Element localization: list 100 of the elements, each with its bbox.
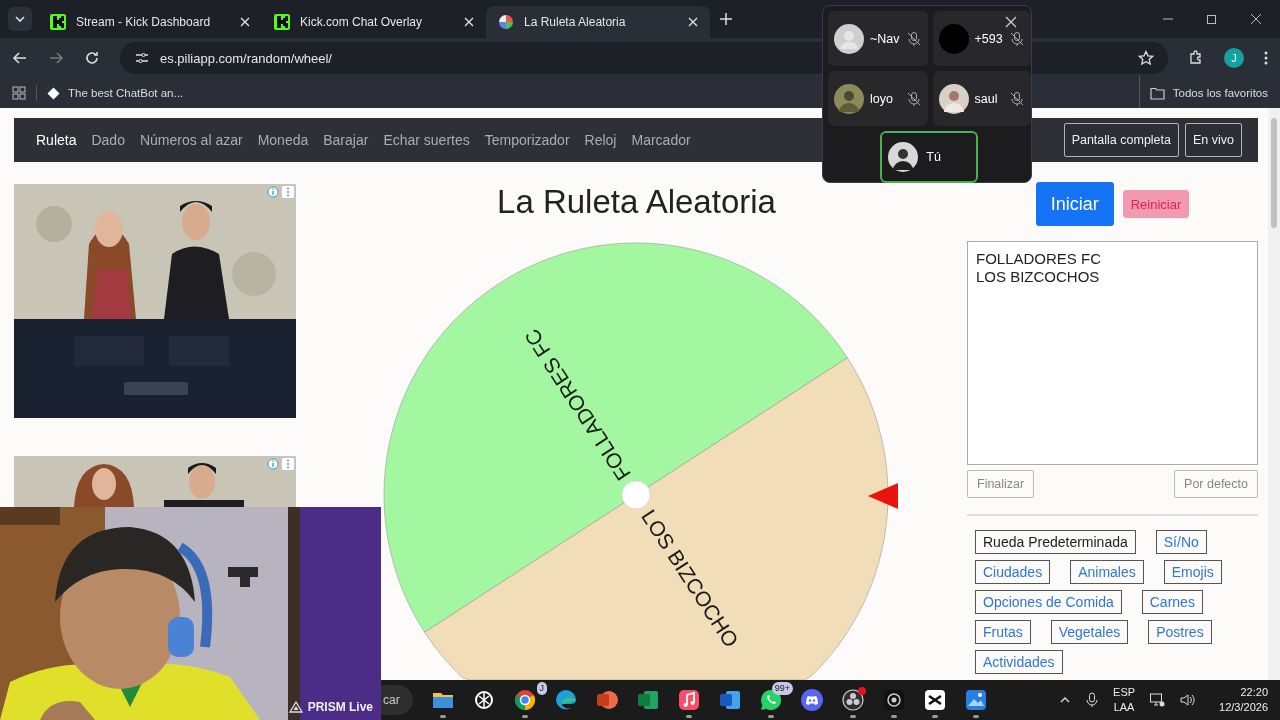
document-icon [718,688,742,712]
ad-menu-icon[interactable] [282,186,294,198]
nav-link[interactable]: Echar suertes [383,132,470,148]
preset-button[interactable]: Ciudades [975,560,1051,584]
preset-button[interactable]: Actividades [975,650,1063,674]
preset-button[interactable]: Frutas [975,620,1031,644]
preset-button[interactable]: Carnes [1141,590,1203,614]
all-bookmarks-button[interactable]: Todos los favoritos [1149,86,1268,100]
self-tile[interactable]: Tú [880,131,979,183]
profile-avatar[interactable]: J [1224,48,1244,68]
nav-link[interactable]: Moneda [257,132,309,148]
camera-icon [882,688,906,712]
running-indicator [932,715,938,718]
image-icon [964,688,988,712]
record-icon [841,688,865,712]
participant-tile[interactable]: saul [932,71,1031,126]
preset-button[interactable]: Animales [1070,560,1144,584]
participant-tile[interactable]: loyo [828,71,928,126]
entry-button[interactable]: Finalizar [967,470,1035,498]
close-icon[interactable] [464,17,474,27]
participant-tile[interactable]: +593 [932,11,1031,66]
tab-list-button[interactable] [8,7,32,31]
volume-icon[interactable] [1179,692,1196,708]
ad-info-icon[interactable] [267,186,279,198]
scrollbar[interactable] [1268,108,1280,680]
diamond-icon [47,86,60,100]
avatar [834,83,864,114]
running-indicator [686,715,692,718]
slides-icon [595,688,619,712]
folder-icon [1149,86,1165,100]
running-indicator [850,715,856,718]
start-button[interactable]: Iniciar [1035,182,1114,226]
app-badge: 99+ [771,682,793,695]
prism-logo-icon [288,701,303,713]
search-field[interactable]: car [381,685,413,715]
menu-icon[interactable] [1264,50,1268,66]
avatar [834,23,864,54]
chevron-icon [14,13,26,25]
entry-button[interactable]: Por defecto [1174,470,1258,498]
nav-link[interactable]: Temporizador [484,132,570,148]
preset-button[interactable]: Sí/No [1155,530,1207,554]
wheel-logo-icon [498,14,514,30]
preset-button[interactable]: Opciones de Comida [975,590,1122,614]
nav-button[interactable]: En vivo [1185,123,1242,157]
participant-tile[interactable]: ~Nav [828,11,928,66]
close-icon[interactable] [688,17,698,27]
app-badge: J [536,682,547,695]
music-note-icon [677,688,701,712]
ring-logo-icon [513,688,537,712]
nav-link[interactable]: Reloj [584,132,617,148]
kick-logo-icon [50,14,66,30]
entries-field[interactable]: FOLLADORES FC LOS BIZCOCHOS [967,241,1258,465]
page-title: La Ruleta Aleatoria [496,182,777,222]
nav-button[interactable]: Pantalla completa [1063,123,1179,157]
wave-logo-icon [554,688,578,712]
running-indicator [973,715,979,718]
site-info-icon[interactable] [134,50,150,66]
reload-icon[interactable] [84,50,100,66]
browser-tab[interactable]: Stream - Kick Dashboard [38,6,262,38]
close-icon[interactable] [240,17,250,27]
nav-link[interactable]: Dado [91,132,125,148]
nav-link[interactable]: Ruleta [36,132,77,148]
preset-button[interactable]: Rueda Predeterminada [975,530,1136,554]
forward-icon[interactable] [48,50,64,66]
bookmark-link[interactable]: The best ChatBot an... [47,86,184,100]
apps-grid-icon[interactable] [12,86,26,100]
star-icon[interactable] [1138,50,1154,66]
avatar [938,23,969,54]
extensions-icon[interactable] [1188,50,1204,66]
close-icon[interactable] [1005,16,1017,28]
network-icon[interactable] [1149,692,1166,708]
pointer-marker [868,483,898,509]
avatar [888,142,919,172]
clock[interactable]: 22:20 12/3/2026 [1219,685,1268,715]
close-icon[interactable] [1250,13,1262,25]
avatar [938,83,969,114]
maximize-icon[interactable] [1206,13,1218,25]
gamepad-icon [800,688,824,712]
language-indicator[interactable]: ESP LAA [1113,685,1136,715]
back-icon[interactable] [12,50,28,66]
running-indicator [768,715,774,718]
preset-button[interactable]: Postres [1148,620,1212,644]
nav-link[interactable]: Barajar [323,132,369,148]
nav-link[interactable]: Marcador [631,132,691,148]
running-indicator [440,715,446,718]
preset-button[interactable]: Emojis [1163,560,1222,584]
webcam-label: PRISM Live [307,700,373,714]
microphone-icon[interactable] [1085,692,1100,708]
new-tab-icon[interactable] [720,13,732,25]
kick-logo-icon [274,14,290,30]
wheel-hub [621,480,651,510]
running-indicator [891,715,897,718]
sheet-icon [636,688,660,712]
browser-tab[interactable]: La Ruleta Aleatoria [486,6,710,38]
url-text: es.piliapp.com/random/wheel/ [160,50,333,66]
browser-tab[interactable]: Kick.com Chat Overlay [262,6,486,38]
running-indicator [522,715,528,718]
scissors-icon [923,688,947,712]
nav-link[interactable]: Números al azar [139,132,243,148]
preset-button[interactable]: Vegetales [1050,620,1129,644]
